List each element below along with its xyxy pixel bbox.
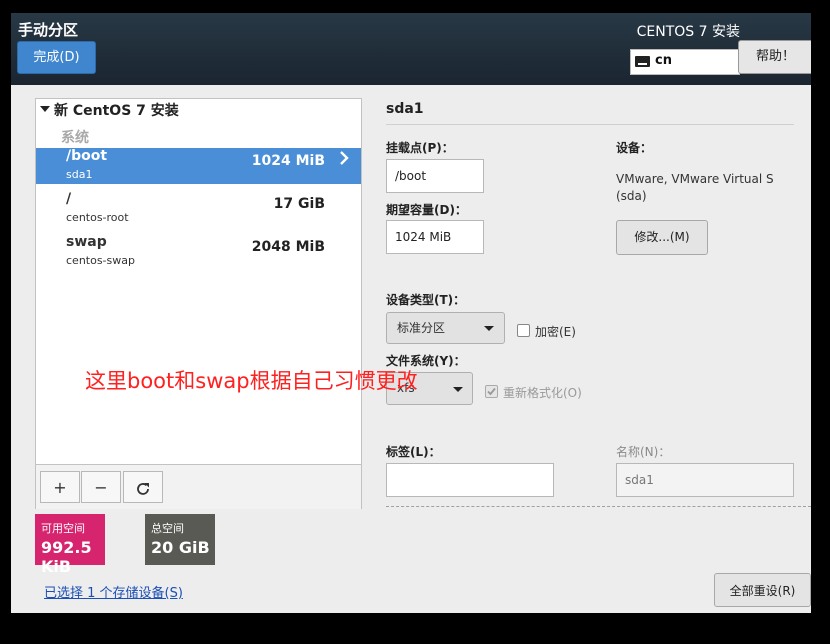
- partition-size: 2048 MiB: [251, 239, 325, 255]
- mount-point-field[interactable]: /boot: [386, 159, 484, 193]
- capacity-field[interactable]: 1024 MiB: [386, 220, 484, 254]
- name-label: 名称(N)：: [616, 445, 671, 459]
- device-id-line: (sda): [616, 189, 647, 203]
- device-type-value: 标准分区: [397, 321, 446, 335]
- partition-toolbar: + −: [36, 464, 361, 509]
- device-type-label: 设备类型(T)：: [386, 293, 466, 307]
- partition-name: /boot: [66, 148, 108, 164]
- done-button[interactable]: 完成(D): [17, 41, 96, 74]
- partition-size: 1024 MiB: [251, 153, 325, 169]
- tree-root-label: 新 CentOS 7 安装: [54, 103, 179, 119]
- tag-label: 标签(L)：: [386, 445, 441, 459]
- encrypt-label: 加密(E): [535, 325, 576, 339]
- installer-window: 手动分区 完成(D) CENTOS 7 安装 cn 帮助！ 新 CentOS 7…: [11, 13, 811, 613]
- product-title: CENTOS 7 安装: [636, 24, 740, 40]
- refresh-icon: [137, 482, 149, 495]
- checkmark-icon: [487, 387, 496, 396]
- remove-partition-button[interactable]: −: [81, 471, 121, 503]
- total-space-value: 20 GiB: [151, 538, 210, 557]
- annotation-text: 这里boot和swap根据自己习惯更改: [85, 369, 418, 393]
- keyboard-icon: [635, 56, 650, 67]
- available-space-box: 可用空间 992.5 KiB: [35, 514, 105, 576]
- chevron-down-icon: [453, 387, 463, 392]
- partition-device: centos-swap: [66, 254, 135, 267]
- add-partition-button[interactable]: +: [40, 471, 80, 503]
- reformat-checkbox[interactable]: [485, 385, 498, 398]
- partition-name: /: [66, 191, 72, 207]
- encrypt-checkbox[interactable]: [517, 324, 530, 337]
- bottom-dashed-divider: [386, 506, 811, 507]
- header-bar: 手动分区 完成(D) CENTOS 7 安装 cn 帮助！: [11, 13, 811, 85]
- device-label: 设备：: [616, 141, 653, 155]
- device-name-line: VMware, VMware Virtual S: [616, 172, 774, 186]
- detail-divider: [386, 124, 794, 125]
- available-space-label: 可用空间: [41, 522, 85, 535]
- capacity-label: 期望容量(D)：: [386, 203, 467, 217]
- partition-row-swap[interactable]: swap centos-swap 2048 MiB: [36, 234, 361, 270]
- partition-name: swap: [66, 234, 107, 250]
- available-space-value: 992.5 KiB: [41, 538, 92, 576]
- partition-detail-title: sda1: [386, 101, 424, 117]
- section-label-system: 系统: [61, 130, 89, 146]
- selected-storage-link[interactable]: 已选择 1 个存储设备(S): [44, 582, 183, 601]
- keyboard-layout-indicator[interactable]: cn: [630, 49, 740, 75]
- device-type-dropdown[interactable]: 标准分区: [386, 312, 505, 344]
- modify-device-button[interactable]: 修改...(M): [616, 220, 708, 255]
- name-input: sda1: [616, 463, 794, 497]
- tag-input[interactable]: [386, 463, 554, 497]
- device-description: VMware, VMware Virtual S (sda): [616, 171, 806, 205]
- partition-device: sda1: [66, 168, 93, 181]
- chevron-down-icon: [484, 326, 494, 331]
- partition-row-boot[interactable]: /boot sda1 1024 MiB: [36, 148, 361, 184]
- tree-root[interactable]: 新 CentOS 7 安装: [40, 100, 179, 120]
- partition-tree-panel: 新 CentOS 7 安装 系统 /boot sda1 1024 MiB / c…: [35, 98, 362, 509]
- mount-point-label: 挂载点(P)：: [386, 141, 454, 155]
- reset-all-button[interactable]: 全部重设(R): [714, 573, 811, 607]
- total-space-box: 总空间 20 GiB: [145, 514, 215, 565]
- chevron-right-icon: [340, 151, 349, 165]
- page-title: 手动分区: [18, 21, 79, 39]
- partition-row-root[interactable]: / centos-root 17 GiB: [36, 191, 361, 227]
- partition-size: 17 GiB: [273, 196, 325, 212]
- refresh-button[interactable]: [123, 471, 163, 503]
- reformat-label: 重新格式化(O): [503, 386, 582, 400]
- partition-device: centos-root: [66, 211, 129, 224]
- help-button[interactable]: 帮助！: [738, 40, 811, 74]
- total-space-label: 总空间: [151, 522, 184, 535]
- keyboard-layout-label: cn: [655, 53, 672, 68]
- expand-triangle-icon: [40, 106, 50, 112]
